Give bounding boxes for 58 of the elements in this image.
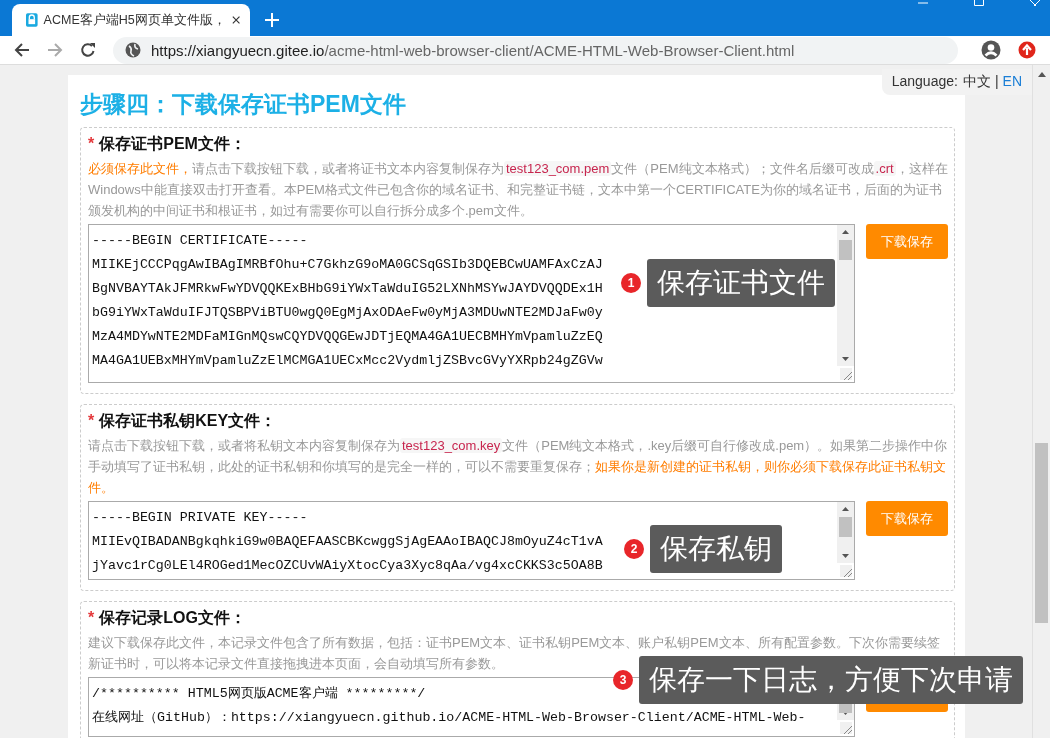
browser-tab[interactable]: ACME客户端H5网页单文件版，	[12, 4, 250, 36]
code-line: 在线网址（GitHub）：https://xiangyuecn.github.io/ACME-HTML-Web-Browser-Client/ACME-HTML-Web-	[92, 709, 806, 727]
language-label: Language:	[891, 73, 958, 91]
scroll-down-icon[interactable]	[842, 711, 849, 715]
update-icon[interactable]	[1018, 41, 1036, 59]
resize-grip-icon[interactable]	[840, 565, 852, 577]
section-title: 保存记录LOG文件：	[99, 609, 246, 626]
scroll-thumb[interactable]	[1035, 443, 1048, 623]
scrollbar[interactable]	[1032, 65, 1050, 738]
text-area[interactable]	[88, 224, 855, 383]
code-line: BgNVBAYTAkJFMRkwFwYDVQQKExBHbG9iYWxTaWduIG52LXNhMSYwJAYDVQQDEx1H	[92, 280, 603, 298]
scroll-up-icon[interactable]	[842, 507, 849, 511]
separator: |	[994, 73, 999, 91]
section-title: 保存证书PEM文件：	[99, 135, 246, 152]
required-mark: *	[88, 135, 95, 152]
scroll-down-icon[interactable]	[842, 357, 849, 361]
code-line: -----BEGIN CERTIFICATE-----	[92, 232, 308, 250]
code-line: MIIEvQIBADANBgkqhkiG9w0BAQEFAASCBKcwggSjAgEAAoIBAQCJ8mOyuZ4cT1vA	[92, 533, 603, 551]
code-line: MIIKEjCCCPqgAwIBAgIMRBfOhu+C7GkhzG9oMA0GCSqGSIb3DQEBCwUAMFAxCzAJ	[92, 256, 603, 274]
code-line: /********** HTML5网页版ACME客户端 *********/	[92, 685, 426, 703]
required-mark: *	[88, 609, 95, 626]
minimize-icon[interactable]	[918, 0, 928, 6]
section-title: 保存证书私钥KEY文件：	[99, 412, 277, 429]
lock-icon	[26, 12, 38, 28]
code-line: -----BEGIN PRIVATE KEY-----	[92, 509, 308, 527]
step-badge: 3	[613, 670, 633, 690]
step-badge: 2	[624, 539, 644, 559]
code-line: bG9iYWxTaWduIFJTQSBPViBTU0wgQ0EgMjAxODAeFw0yMjA3MDUwNTE2MDJaFw0y	[92, 304, 603, 322]
scroll-down-icon[interactable]	[842, 554, 849, 558]
language-option[interactable]: 中文	[962, 73, 991, 91]
callout-tooltip: 保存私钥	[650, 525, 782, 573]
tab-title: ACME客户端H5网页单文件版，	[43, 11, 226, 29]
forward-icon[interactable]	[47, 42, 63, 58]
required-mark: *	[88, 412, 95, 429]
code-line: MzA4MDYwNTE2MDFaMIGnMQswCQYDVQQGEwJDTjEQMA4GA1UECBMHYmVpamluZzEQ	[92, 328, 603, 346]
resize-grip-icon[interactable]	[840, 722, 852, 734]
scrollbar[interactable]	[837, 502, 854, 563]
globe-icon	[125, 42, 141, 58]
url-text: https://xiangyuecn.gitee.io/acme-html-web-browser-client/ACME-HTML-Web-Browser-Client.html	[151, 41, 795, 59]
maximize-icon[interactable]	[974, 0, 984, 6]
code-line: MA4GA1UEBxMHYmVpamluZzElMCMGA1UECxMcc2VydmljZSBvcGVyYXRpb24gZGVw	[92, 352, 603, 370]
scroll-thumb[interactable]	[839, 240, 852, 260]
close-icon[interactable]	[231, 15, 240, 25]
scrollbar[interactable]	[837, 225, 854, 366]
scroll-thumb[interactable]	[839, 517, 852, 537]
language-option[interactable]: EN	[1002, 73, 1022, 91]
step-badge: 1	[621, 273, 641, 293]
resize-grip-icon[interactable]	[840, 368, 852, 380]
reload-icon[interactable]	[80, 42, 96, 58]
step-heading: 步骤四：下载保存证书PEM文件	[80, 90, 407, 119]
code-line: jYavc1rCg0LEl4ROGed1MecOZCUvWAiyXtocCya3Xyc8qAa/vg4xcCKKS3c5OA8B	[92, 557, 603, 575]
scroll-up-icon[interactable]	[1037, 72, 1046, 77]
address-bar[interactable]: https://xiangyuecn.gitee.io/acme-html-web-browser-client/ACME-HTML-Web-Browser-Client.html	[113, 36, 958, 64]
new-tab-icon[interactable]	[265, 13, 279, 27]
back-icon[interactable]	[14, 42, 30, 58]
scroll-up-icon[interactable]	[842, 230, 849, 234]
callout-tooltip: 保存证书文件	[647, 259, 835, 307]
profile-icon[interactable]	[981, 40, 1001, 60]
